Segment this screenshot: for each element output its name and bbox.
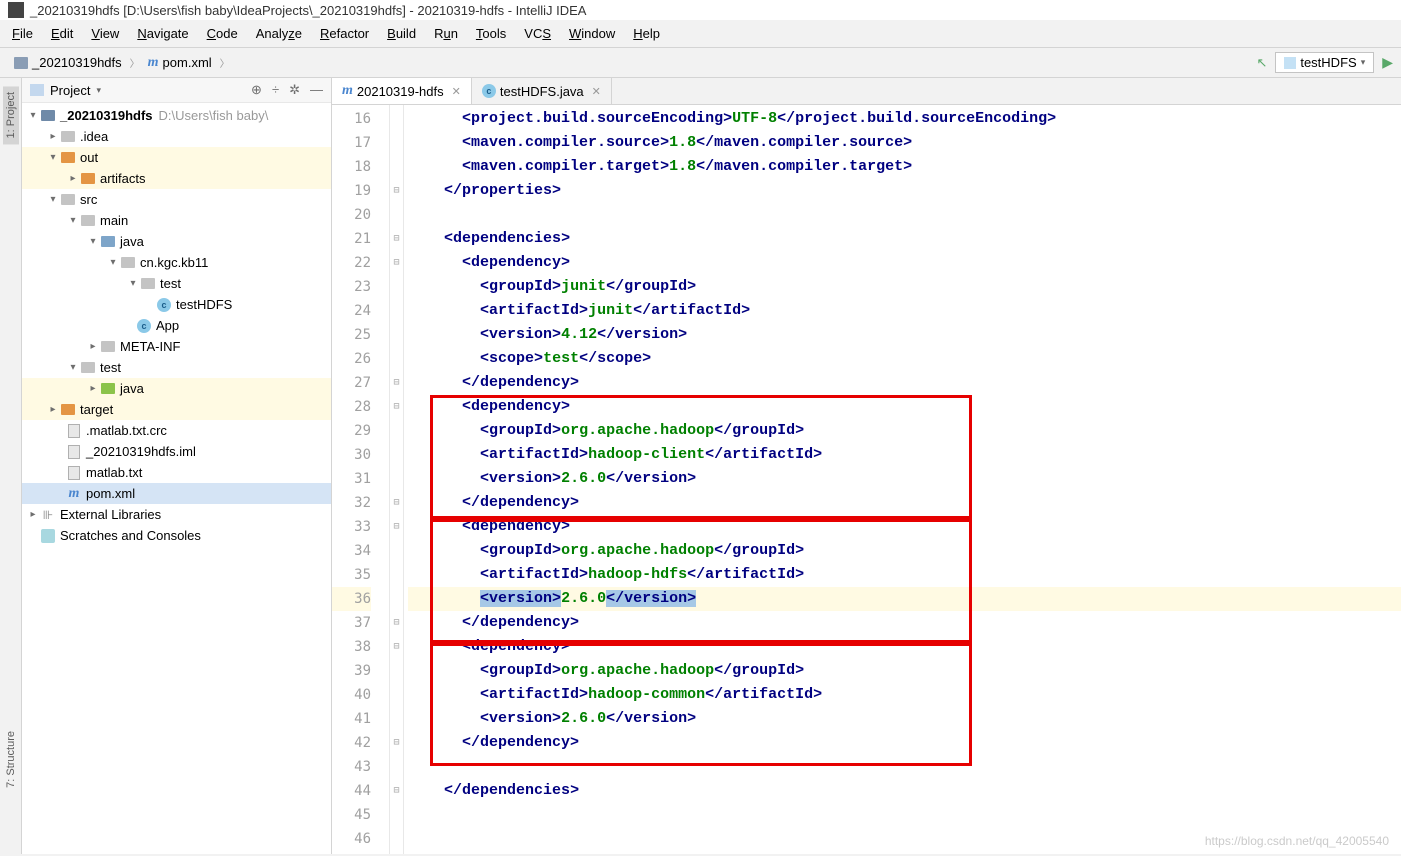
tree-artifacts[interactable]: artifacts — [100, 171, 146, 186]
chevron-right-icon: 〉 — [130, 55, 140, 70]
editor-tab-java[interactable]: c testHDFS.java ✕ — [472, 78, 612, 104]
menu-view[interactable]: View — [83, 22, 127, 45]
tree-target[interactable]: target — [80, 402, 113, 417]
tree-pom[interactable]: pom.xml — [86, 486, 135, 501]
menu-file[interactable]: File — [4, 22, 41, 45]
line-gutter: 1617181920212223242526272829303132333435… — [332, 105, 390, 854]
tree-f2[interactable]: _20210319hdfs.iml — [86, 444, 196, 459]
toolbar: _20210319hdfs 〉 m pom.xml 〉 ↖ testHDFS ▾… — [0, 48, 1401, 78]
tree-java[interactable]: java — [120, 234, 144, 249]
menu-run[interactable]: Run — [426, 22, 466, 45]
app-icon — [8, 2, 24, 18]
tree-java2[interactable]: java — [120, 381, 144, 396]
panel-title-label: Project — [50, 83, 90, 98]
fold-strip[interactable]: ⊟⊟⊟⊟⊟⊟⊟⊟⊟⊟⊟ — [390, 105, 404, 854]
window-title: _20210319hdfs [D:\Users\fish baby\IdeaPr… — [30, 3, 586, 18]
breadcrumb-root[interactable]: _20210319hdfs — [8, 53, 128, 72]
menu-bar: File Edit View Navigate Code Analyze Ref… — [0, 20, 1401, 48]
tree-src[interactable]: src — [80, 192, 97, 207]
run-config-selector[interactable]: testHDFS ▾ — [1275, 52, 1374, 73]
close-icon[interactable]: ✕ — [452, 85, 461, 98]
chevron-down-icon: ▾ — [1361, 57, 1366, 68]
watermark: https://blog.csdn.net/qq_42005540 — [1205, 834, 1389, 848]
menu-analyze[interactable]: Analyze — [248, 22, 310, 45]
menu-vcs[interactable]: VCS — [516, 22, 559, 45]
project-icon — [30, 84, 44, 96]
tree-main[interactable]: main — [100, 213, 128, 228]
tree-app[interactable]: App — [156, 318, 179, 333]
breadcrumb-file-label: pom.xml — [163, 55, 212, 70]
tree-idea[interactable]: .idea — [80, 129, 108, 144]
project-panel: Project ▾ ⊕ ÷ ✲ — ▾_20210319hdfsD:\Users… — [22, 78, 332, 854]
tree-root[interactable]: _20210319hdfs — [60, 108, 153, 123]
folder-icon — [14, 57, 28, 69]
editor-area: m 20210319-hdfs ✕ c testHDFS.java ✕ 1617… — [332, 78, 1401, 854]
tree-testHDFS[interactable]: testHDFS — [176, 297, 232, 312]
close-icon[interactable]: ✕ — [592, 85, 601, 98]
editor-tab-pom[interactable]: m 20210319-hdfs ✕ — [332, 78, 472, 104]
breadcrumb-root-label: _20210319hdfs — [32, 55, 122, 70]
tree-test[interactable]: test — [160, 276, 181, 291]
menu-refactor[interactable]: Refactor — [312, 22, 377, 45]
tree-meta[interactable]: META-INF — [120, 339, 180, 354]
tree-f1[interactable]: .matlab.txt.crc — [86, 423, 167, 438]
editor-tabs: m 20210319-hdfs ✕ c testHDFS.java ✕ — [332, 78, 1401, 105]
menu-navigate[interactable]: Navigate — [129, 22, 196, 45]
collapse-icon[interactable]: ÷ — [272, 82, 279, 98]
menu-build[interactable]: Build — [379, 22, 424, 45]
editor-tab-label: 20210319-hdfs — [357, 84, 444, 99]
menu-edit[interactable]: Edit — [43, 22, 81, 45]
title-bar: _20210319hdfs [D:\Users\fish baby\IdeaPr… — [0, 0, 1401, 20]
run-button[interactable]: ▶ — [1382, 54, 1393, 71]
chevron-right-icon: 〉 — [220, 55, 230, 70]
chevron-down-icon[interactable]: ▾ — [96, 85, 101, 96]
tool-tab-project[interactable]: 1: Project — [3, 86, 19, 144]
breadcrumb: _20210319hdfs 〉 m pom.xml 〉 — [8, 53, 230, 73]
tree-f3[interactable]: matlab.txt — [86, 465, 142, 480]
tree-pkg[interactable]: cn.kgc.kb11 — [140, 255, 208, 270]
tree-scratches[interactable]: Scratches and Consoles — [60, 528, 201, 543]
build-icon[interactable]: ↖ — [1256, 55, 1267, 71]
settings-icon[interactable]: ✲ — [289, 82, 300, 98]
maven-file-icon: m — [148, 55, 159, 71]
run-config-label: testHDFS — [1300, 55, 1356, 70]
project-tree[interactable]: ▾_20210319hdfsD:\Users\fish baby\ ▸.idea… — [22, 103, 331, 854]
menu-help[interactable]: Help — [625, 22, 668, 45]
menu-window[interactable]: Window — [561, 22, 623, 45]
code-editor[interactable]: 1617181920212223242526272829303132333435… — [332, 105, 1401, 854]
run-config-icon — [1284, 57, 1296, 69]
tree-ext-libs[interactable]: External Libraries — [60, 507, 161, 522]
hide-icon[interactable]: — — [310, 82, 323, 98]
code-body[interactable]: <project.build.sourceEncoding>UTF-8</pro… — [404, 105, 1401, 854]
menu-code[interactable]: Code — [199, 22, 246, 45]
locate-icon[interactable]: ⊕ — [251, 82, 262, 98]
editor-tab-label: testHDFS.java — [500, 84, 584, 99]
tree-root-path: D:\Users\fish baby\ — [159, 108, 269, 123]
menu-tools[interactable]: Tools — [468, 22, 514, 45]
maven-file-icon: m — [342, 83, 353, 99]
tree-out[interactable]: out — [80, 150, 98, 165]
breadcrumb-file[interactable]: m pom.xml — [142, 53, 218, 73]
tool-tab-structure[interactable]: 7: Structure — [3, 725, 19, 794]
java-file-icon: c — [482, 84, 496, 98]
left-tool-strip: 1: Project 7: Structure — [0, 78, 22, 854]
tree-test2[interactable]: test — [100, 360, 121, 375]
